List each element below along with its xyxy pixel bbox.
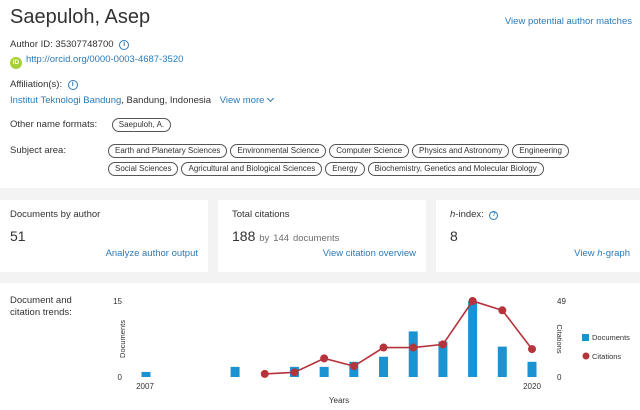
affiliation-link[interactable]: Institut Teknologi Bandung [10, 95, 121, 106]
documents-bar [468, 301, 478, 377]
view-citation-overview-link[interactable]: View citation overview [323, 248, 416, 259]
citations-point [528, 345, 536, 354]
documents-bar [408, 331, 418, 377]
legend-citations-label: Citations [592, 352, 621, 361]
documents-bar [527, 361, 537, 377]
citations-by-label: by [259, 233, 270, 244]
documents-bar [379, 356, 389, 377]
trend-chart: 15 0 49 0 Documents Citations 2007 2020 Years Doc… [113, 297, 630, 405]
citations-point [260, 369, 269, 378]
citations-value-row: 188 by 144 documents [232, 228, 339, 244]
y-left-tick-label: 0 [118, 373, 123, 382]
orcid-link[interactable]: http://orcid.org/0000-0003-4687-3520 [26, 54, 183, 65]
hindex-card: h-index: ? 8 View h-graph [436, 200, 640, 272]
x-axis-label: Years [329, 396, 349, 405]
documents-bar [230, 366, 240, 377]
author-id: Author ID: 35307748700 [10, 39, 114, 50]
citations-point [320, 354, 329, 363]
affiliation-location: , Bandung, Indonesia [121, 95, 212, 106]
citations-line [264, 300, 533, 375]
author-id-row: Author ID: 35307748700 i [10, 39, 130, 50]
citations-label: Total citations [232, 209, 290, 220]
subject-pill: Physics and Astronomy [412, 144, 510, 158]
y-left-tick-label: 15 [113, 297, 122, 306]
citations-point [349, 362, 358, 371]
hindex-label-suffix: -index: [455, 209, 484, 220]
affiliation-row: Institut Teknologi Bandung, Bandung, Ind… [10, 94, 275, 106]
other-name-pill: Saepuloh, A. [111, 118, 172, 132]
hindex-label: h-index: ? [450, 209, 499, 220]
documents-card: Documents by author 51 Analyze author ou… [0, 200, 208, 272]
subject-pill: Computer Science [329, 144, 410, 158]
author-name: Saepuloh, Asep [10, 6, 151, 28]
legend-citations-swatch [582, 352, 590, 360]
citations-point [409, 343, 418, 352]
y-right-axis-label: Citations [555, 324, 564, 353]
view-h-graph-suffix: -graph [602, 248, 630, 259]
trends-panel: Document and citation trends: 15 0 49 0 Docu… [0, 283, 640, 410]
citations-point [438, 340, 447, 349]
x-tick-label: 2007 [136, 382, 154, 391]
help-icon[interactable]: ? [489, 211, 499, 220]
view-h-graph-prefix: View [574, 248, 598, 259]
subject-pill: Energy [325, 162, 365, 176]
other-names-label: Other name formats: [10, 119, 98, 130]
documents-bar [497, 346, 507, 377]
citations-point [468, 297, 477, 305]
orcid-icon: iD [10, 57, 22, 69]
view-more-label: View more [219, 95, 265, 106]
subject-pill: Biochemistry, Genetics and Molecular Bio… [367, 162, 544, 176]
subject-pill: Agricultural and Biological Sciences [181, 162, 323, 176]
author-header: Saepuloh, Asep View potential author mat… [0, 0, 640, 188]
affiliation-label-row: Affiliation(s): i [10, 79, 78, 90]
subject-pill: Earth and Planetary Sciences [108, 144, 228, 158]
citations-point [379, 343, 388, 352]
orcid-row: iD http://orcid.org/0000-0003-4687-3520 [10, 54, 183, 69]
view-potential-matches-link[interactable]: View potential author matches [505, 16, 632, 27]
chevron-down-icon [267, 94, 275, 103]
affiliation-label: Affiliation(s): [10, 79, 63, 90]
info-icon[interactable]: i [119, 40, 130, 50]
hindex-value: 8 [450, 228, 458, 244]
view-more-affiliations-button[interactable]: View more [219, 94, 275, 106]
y-right-tick-label: 49 [557, 297, 566, 306]
legend-documents-swatch [582, 334, 589, 341]
legend-documents-label: Documents [592, 333, 630, 342]
subject-pill: Engineering [512, 144, 569, 158]
citations-point [498, 306, 507, 315]
documents-bar [141, 371, 151, 377]
citations-card: Total citations 188 by 144 documents Vie… [218, 200, 426, 272]
analyze-author-output-link[interactable]: Analyze author output [106, 248, 198, 259]
subject-area-label: Subject area: [10, 145, 66, 156]
citing-documents-suffix: documents [292, 233, 340, 244]
documents-count: 51 [10, 228, 26, 244]
y-left-axis-label: Documents [118, 320, 127, 358]
documents-bar [319, 366, 329, 377]
subject-pill: Environmental Science [230, 144, 327, 158]
subject-pill: Social Sciences [108, 162, 179, 176]
other-names-row: Other name formats: Saepuloh, A. [10, 118, 174, 136]
view-h-graph-link[interactable]: View h-graph [574, 248, 630, 259]
citations-point [290, 368, 299, 377]
citations-count: 188 [232, 228, 256, 244]
info-icon[interactable]: i [67, 80, 78, 90]
citing-documents-link[interactable]: 144 [273, 233, 289, 244]
x-tick-label: 2020 [523, 382, 541, 391]
y-right-tick-label: 0 [557, 373, 562, 382]
subject-area-list: Earth and Planetary Sciences Environmenta… [108, 144, 628, 180]
documents-label: Documents by author [10, 209, 101, 220]
